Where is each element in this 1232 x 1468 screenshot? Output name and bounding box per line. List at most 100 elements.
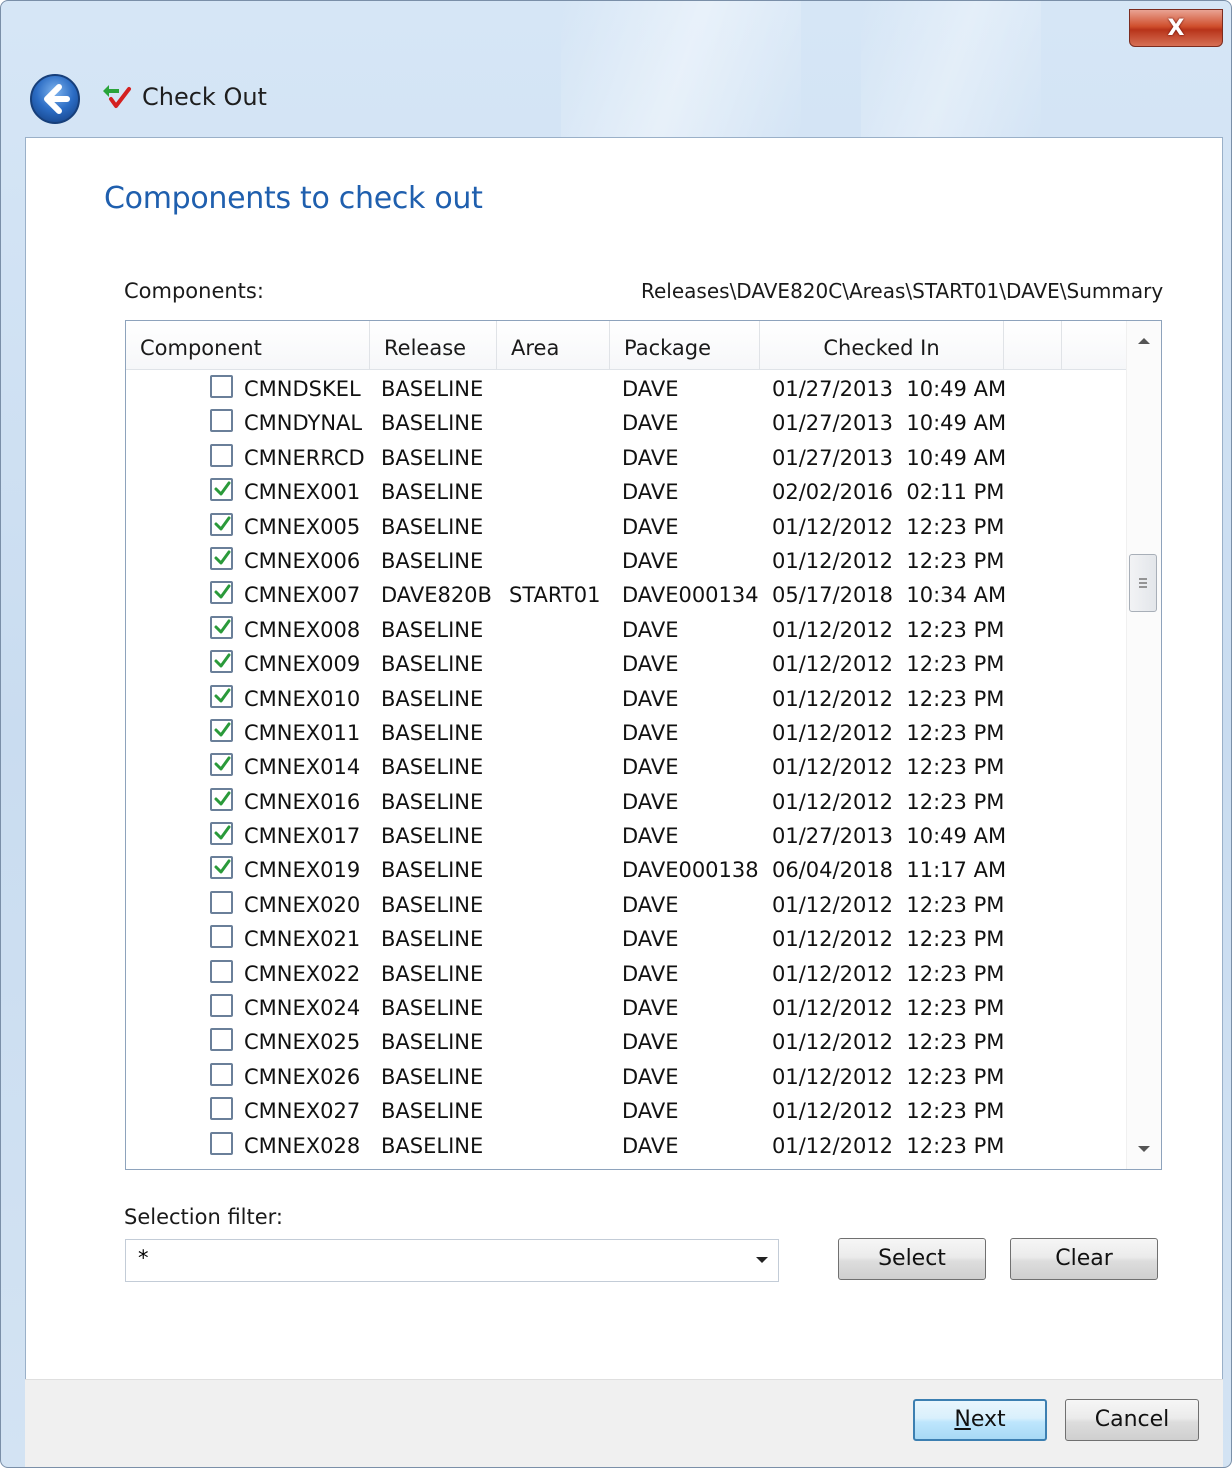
table-row[interactable]: CMNEX020 BASELINE DAVE 01/12/2012 12:23 PM <box>126 889 1126 923</box>
table-row[interactable]: CMNEX014 BASELINE DAVE 01/12/2012 12:23 PM <box>126 751 1126 785</box>
row-checkbox[interactable] <box>210 856 233 880</box>
table-row[interactable]: CMNDYNAL BASELINE DAVE 01/27/2013 10:49 AM <box>126 407 1126 441</box>
back-arrow-icon[interactable] <box>29 73 81 125</box>
package-cell: DAVE <box>622 720 679 745</box>
checkmark-icon <box>214 722 231 737</box>
component-cell: CMNEX011 <box>244 720 361 745</box>
package-cell: DAVE <box>622 377 679 401</box>
row-checkbox[interactable] <box>210 753 233 777</box>
package-cell: DAVE <box>622 1064 679 1089</box>
release-cell: BASELINE <box>381 548 484 573</box>
table-row[interactable]: CMNEX028 BASELINE DAVE 01/12/2012 12:23 PM <box>126 1130 1126 1164</box>
row-checkbox[interactable] <box>210 925 233 949</box>
row-checkbox[interactable] <box>210 1028 233 1052</box>
column-header-release[interactable]: Release <box>370 321 497 369</box>
row-checkbox[interactable] <box>210 959 233 983</box>
release-cell: BASELINE <box>381 686 484 711</box>
row-checkbox[interactable] <box>210 581 233 605</box>
checked-in-cell: 01/12/2012 12:23 PM <box>772 1030 1005 1055</box>
table-row[interactable]: CMNEX008 BASELINE DAVE 01/12/2012 12:23 PM <box>126 614 1126 648</box>
package-cell: DAVE <box>622 824 679 849</box>
components-grid[interactable]: Component Release Area Package Checked I… <box>125 320 1162 1170</box>
selection-filter-combobox[interactable]: * <box>125 1239 779 1282</box>
table-row[interactable]: CMNEX001 BASELINE DAVE 02/02/2016 02:11 PM <box>126 476 1126 510</box>
row-checkbox[interactable] <box>210 615 233 639</box>
close-button[interactable]: X <box>1129 9 1223 47</box>
table-row[interactable]: CMNEX019 BASELINE DAVE000138 06/04/2018 11:… <box>126 854 1126 888</box>
table-row[interactable]: CMNEX011 BASELINE DAVE 01/12/2012 12:23 PM <box>126 717 1126 751</box>
release-cell: BASELINE <box>381 996 484 1021</box>
column-header-component[interactable]: Component <box>126 321 370 369</box>
package-cell: DAVE <box>622 548 679 573</box>
package-cell: DAVE <box>622 1133 679 1158</box>
row-checkbox[interactable] <box>210 409 233 433</box>
release-cell: BASELINE <box>381 1030 484 1055</box>
package-cell: DAVE <box>622 1099 679 1124</box>
table-row[interactable]: CMNDSKEL BASELINE DAVE 01/27/2013 10:49 AM <box>126 373 1126 407</box>
table-row[interactable]: CMNEX025 BASELINE DAVE 01/12/2012 12:23 PM <box>126 1026 1126 1060</box>
row-checkbox[interactable] <box>210 443 233 467</box>
checkmark-icon <box>214 619 231 634</box>
scroll-thumb[interactable] <box>1129 554 1157 612</box>
table-row[interactable]: CMNEX022 BASELINE DAVE 01/12/2012 12:23 PM <box>126 958 1126 992</box>
package-cell: DAVE <box>622 652 679 677</box>
select-button[interactable]: Select <box>838 1238 986 1280</box>
checked-in-cell: 01/27/2013 10:49 AM <box>772 824 1007 849</box>
row-checkbox[interactable] <box>210 1097 233 1121</box>
table-row[interactable]: CMNEX016 BASELINE DAVE 01/12/2012 12:23 PM <box>126 786 1126 820</box>
chevron-down-icon[interactable] <box>754 1252 770 1272</box>
release-cell: BASELINE <box>381 1099 484 1124</box>
row-checkbox[interactable] <box>210 1062 233 1086</box>
check-out-icon <box>99 81 133 113</box>
table-row[interactable]: CMNEX026 BASELINE DAVE 01/12/2012 12:23 PM <box>126 1061 1126 1095</box>
row-checkbox[interactable] <box>210 546 233 570</box>
table-row[interactable]: CMNEX010 BASELINE DAVE 01/12/2012 12:23 PM <box>126 683 1126 717</box>
package-cell: DAVE000138 <box>622 858 759 883</box>
column-header-package[interactable]: Package <box>610 321 760 369</box>
column-header-area[interactable]: Area <box>497 321 610 369</box>
table-row[interactable]: CMNEX024 BASELINE DAVE 01/12/2012 12:23 PM <box>126 992 1126 1026</box>
row-checkbox[interactable] <box>210 512 233 536</box>
component-cell: CMNEX026 <box>244 1064 361 1089</box>
scroll-down-button[interactable] <box>1127 1129 1161 1169</box>
row-checkbox[interactable] <box>210 890 233 914</box>
row-checkbox[interactable] <box>210 787 233 811</box>
table-row[interactable]: CMNEX006 BASELINE DAVE 01/12/2012 12:23 PM <box>126 545 1126 579</box>
column-header-checked-in[interactable]: Checked In <box>760 321 1004 369</box>
table-row[interactable]: CMNEX027 BASELINE DAVE 01/12/2012 12:23 PM <box>126 1095 1126 1129</box>
checked-in-cell: 01/27/2013 10:49 AM <box>772 445 1007 470</box>
checkmark-icon <box>214 791 231 806</box>
release-cell: BASELINE <box>381 514 484 539</box>
row-checkbox[interactable] <box>210 1131 233 1155</box>
row-checkbox[interactable] <box>210 994 233 1018</box>
table-row[interactable]: CMNEX005 BASELINE DAVE 01/12/2012 12:23 PM <box>126 511 1126 545</box>
row-checkbox[interactable] <box>210 684 233 708</box>
package-cell: DAVE <box>622 996 679 1021</box>
next-button[interactable]: Next <box>913 1399 1047 1441</box>
row-checkbox[interactable] <box>210 822 233 846</box>
package-cell: DAVE <box>622 514 679 539</box>
row-checkbox[interactable] <box>210 478 233 502</box>
row-checkbox[interactable] <box>210 718 233 742</box>
package-cell: DAVE <box>622 961 679 986</box>
cancel-button[interactable]: Cancel <box>1065 1399 1199 1441</box>
checkmark-icon <box>214 550 231 565</box>
vertical-scrollbar[interactable] <box>1126 321 1161 1169</box>
release-cell: BASELINE <box>381 961 484 986</box>
release-cell: BASELINE <box>381 858 484 883</box>
next-button-mnemonic: N <box>954 1407 971 1432</box>
table-row[interactable]: CMNEX009 BASELINE DAVE 01/12/2012 12:23 PM <box>126 648 1126 682</box>
table-row[interactable]: CMNEX021 BASELINE DAVE 01/12/2012 12:23 PM <box>126 923 1126 957</box>
row-checkbox[interactable] <box>210 650 233 674</box>
checkmark-icon <box>214 481 231 496</box>
clear-button[interactable]: Clear <box>1010 1238 1158 1280</box>
checked-in-cell: 01/12/2012 12:23 PM <box>772 927 1005 952</box>
row-checkbox[interactable] <box>210 375 233 398</box>
table-row[interactable]: CMNEX017 BASELINE DAVE 01/27/2013 10:49 AM <box>126 820 1126 854</box>
table-row[interactable]: CMNEX007 DAVE820B START01 DAVE000134 05/17/2… <box>126 579 1126 613</box>
table-row[interactable]: CMNERRCD BASELINE DAVE 01/27/2013 10:49 AM <box>126 442 1126 476</box>
column-header-empty <box>1004 321 1062 369</box>
glass-highlight <box>561 1 801 141</box>
scroll-up-button[interactable] <box>1127 321 1161 361</box>
component-cell: CMNEX010 <box>244 686 361 711</box>
